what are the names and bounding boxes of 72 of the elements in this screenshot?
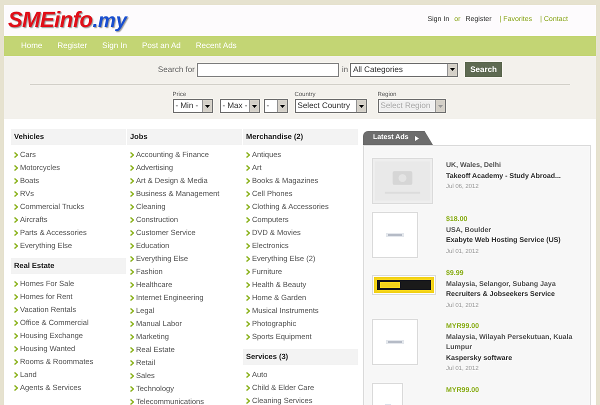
play-icon bbox=[414, 136, 419, 140]
search-field[interactable] bbox=[196, 62, 339, 76]
chevron-icon bbox=[130, 242, 134, 248]
dropdown-arrow-icon bbox=[358, 104, 364, 108]
chevron-icon bbox=[246, 334, 250, 340]
chevron-icon bbox=[130, 190, 134, 196]
chevron-icon bbox=[246, 320, 250, 326]
chevron-icon bbox=[130, 268, 134, 274]
chevron-icon bbox=[130, 152, 134, 158]
chevron-icon bbox=[14, 294, 18, 300]
chevron-icon bbox=[130, 320, 134, 326]
chevron-icon bbox=[246, 242, 250, 248]
chevron-icon bbox=[14, 230, 18, 236]
chevron-icon bbox=[130, 308, 134, 314]
search-label: Search for bbox=[158, 64, 195, 76]
chevron-icon bbox=[14, 384, 18, 390]
dropdown-arrow-icon bbox=[450, 68, 456, 71]
chevron-icon bbox=[130, 294, 134, 300]
chevron-icon bbox=[14, 152, 18, 158]
chevron-icon bbox=[14, 372, 18, 378]
chevron-icon bbox=[246, 190, 250, 196]
dropdown-arrow-icon bbox=[438, 104, 442, 108]
chevron-icon bbox=[246, 178, 250, 184]
select-field[interactable]: - bbox=[264, 99, 288, 113]
chevron-icon bbox=[246, 294, 250, 300]
chevron-icon bbox=[14, 346, 18, 352]
chevron-icon bbox=[246, 268, 250, 274]
chevron-icon bbox=[130, 372, 134, 378]
chevron-icon bbox=[246, 282, 250, 288]
chevron-icon bbox=[130, 282, 134, 288]
select-field[interactable]: - Min - bbox=[172, 99, 212, 113]
chevron-icon bbox=[130, 216, 134, 222]
chevron-icon bbox=[246, 308, 250, 314]
dropdown-arrow-icon bbox=[280, 104, 284, 108]
chevron-icon bbox=[14, 204, 18, 210]
dropdown-arrow-icon bbox=[204, 104, 210, 108]
chevron-icon bbox=[14, 242, 18, 248]
chevron-icon bbox=[14, 332, 18, 338]
chevron-icon bbox=[14, 280, 18, 286]
chevron-icon bbox=[14, 164, 18, 170]
chevron-icon bbox=[246, 204, 250, 210]
select-field[interactable]: - Max - bbox=[220, 99, 260, 113]
chevron-icon bbox=[130, 230, 134, 236]
chevron-icon bbox=[14, 358, 18, 364]
chevron-icon bbox=[14, 216, 18, 222]
chevron-icon bbox=[130, 334, 134, 340]
chevron-icon bbox=[246, 230, 250, 236]
chevron-icon bbox=[246, 398, 250, 404]
chevron-icon bbox=[130, 178, 134, 184]
chevron-icon bbox=[130, 346, 134, 352]
chevron-icon bbox=[130, 256, 134, 262]
select-field[interactable]: All Categories bbox=[350, 62, 458, 76]
chevron-icon bbox=[246, 256, 250, 262]
chevron-icon bbox=[14, 320, 18, 326]
chevron-icon bbox=[130, 386, 134, 392]
chevron-icon bbox=[246, 164, 250, 170]
chevron-icon bbox=[130, 398, 134, 404]
logo[interactable]: SMEinfo.my bbox=[8, 5, 127, 36]
chevron-icon bbox=[14, 178, 18, 184]
chevron-icon bbox=[14, 190, 18, 196]
chevron-icon bbox=[130, 360, 134, 366]
select-field[interactable]: Select Country bbox=[294, 99, 366, 113]
chevron-icon bbox=[246, 216, 250, 222]
chevron-icon bbox=[246, 152, 250, 158]
in-label: in bbox=[342, 64, 348, 76]
chevron-icon bbox=[14, 306, 18, 312]
chevron-icon bbox=[246, 372, 250, 378]
chevron-icon bbox=[246, 384, 250, 390]
chevron-icon bbox=[130, 164, 134, 170]
dropdown-arrow-icon bbox=[252, 104, 257, 108]
search-button[interactable]: Search bbox=[465, 62, 502, 77]
chevron-icon bbox=[130, 204, 134, 210]
